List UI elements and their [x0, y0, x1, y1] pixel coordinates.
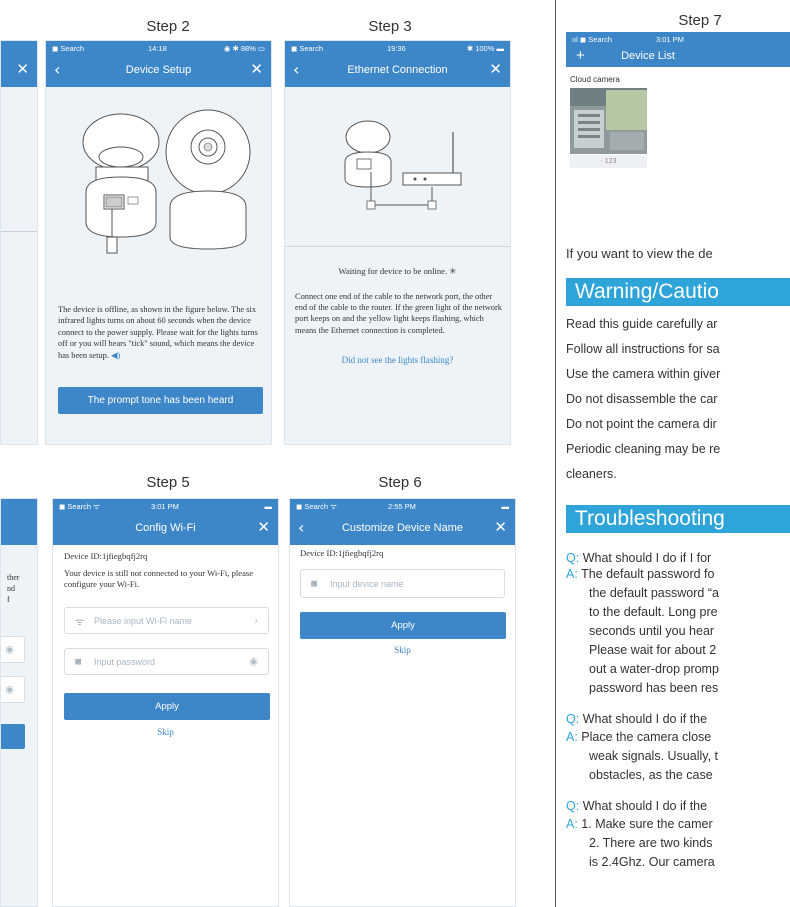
faq-answer-line: obstacles, as the case — [589, 768, 713, 782]
eye-icon: ◉ — [5, 644, 14, 655]
skip-link[interactable]: Skip — [290, 645, 515, 655]
nav-title: Ethernet Connection — [347, 64, 448, 76]
device-id: Device ID:1jfiegbqfj2rq — [300, 548, 384, 558]
faq-answer-line: Please wait for about 2 — [589, 643, 717, 657]
skip-link[interactable]: Skip — [53, 727, 278, 737]
faq-question: Q: What should I do if I for — [566, 551, 712, 565]
nav-title: Config Wi-Fi — [135, 522, 196, 534]
lights-not-flashing-link[interactable]: Did not see the lights flashing? — [285, 355, 510, 365]
speaker-icon: ◀) — [111, 350, 121, 360]
warning-item: Do not disassemble the car — [566, 392, 718, 406]
wifi-icon: ᯤ — [75, 616, 85, 628]
wifi-description: Your device is still not connected to yo… — [64, 568, 254, 589]
device-name-input[interactable]: ◙ Input device name — [300, 569, 505, 598]
chevron-right-icon: › — [254, 615, 258, 626]
step-5-label: Step 5 — [146, 474, 190, 491]
warning-item: Do not point the camera dir — [566, 417, 717, 431]
signal-status: ııl ◼ Search — [572, 35, 612, 44]
battery-status: ◉ ✱ 88% ▭ — [223, 44, 265, 53]
waiting-status: Waiting for device to be online. ✳ — [338, 266, 457, 276]
close-icon[interactable]: ✕ — [16, 60, 29, 78]
partial-input: ◉ — [1, 676, 25, 703]
faq-answer-line: is 2.4Ghz. Our camera — [589, 855, 715, 869]
nav-title: Customize Device Name — [341, 522, 464, 534]
eye-icon: ◉ — [5, 684, 14, 695]
faq-answer-line: password has been res — [589, 681, 719, 695]
customize-name-screen: ◼ Search ᯤ 2:55 PM ▬ ‹ Customize Device … — [289, 498, 516, 907]
close-icon[interactable]: ✕ — [489, 60, 502, 78]
nav-title: Device Setup — [125, 64, 192, 76]
device-id: Device ID:1jfiegbqfj2rq — [64, 551, 148, 561]
search-status: ◼ Search — [52, 44, 85, 53]
close-icon[interactable]: ✕ — [250, 60, 263, 78]
partial-phone-top: ✕ — [0, 40, 38, 445]
setup-description: The device is offline, as shown in the f… — [58, 305, 258, 360]
faq-answer: A: 1. Make sure the camer — [566, 817, 713, 831]
status-time: 14:18 — [148, 44, 167, 53]
warning-item: Periodic cleaning may be re — [566, 442, 721, 456]
status-time: 2:55 PM — [388, 502, 416, 511]
password-input[interactable]: ◙ Input password ◉ — [64, 648, 269, 675]
status-time: 3:01 PM — [656, 35, 684, 44]
faq-answer-line: 2. There are two kinds — [589, 836, 713, 850]
camera-illustration — [82, 109, 251, 254]
ethernet-description: Connect one end of the cable to the netw… — [295, 292, 502, 335]
partial-text: ther nd f — [7, 573, 20, 604]
faq-question: Q: What should I do if the — [566, 712, 708, 726]
status-time: 3:01 PM — [151, 502, 179, 511]
faq-answer-line: seconds until you hear — [589, 624, 715, 638]
search-status: ◼ Search ᯤ — [296, 502, 338, 511]
ethernet-illustration — [344, 120, 462, 210]
view-device-text: If you want to view the de — [566, 246, 713, 261]
battery-status: ✱ 100% ▬ — [466, 44, 504, 53]
troubleshooting-heading: Troubleshooting — [566, 505, 790, 533]
page-divider — [555, 0, 556, 907]
step-2-label: Step 2 — [146, 18, 190, 35]
thumbnail-label: · 123 — [570, 155, 647, 168]
close-icon[interactable]: ✕ — [257, 518, 270, 536]
battery-icon: ▬ — [501, 502, 510, 511]
step-6-label: Step 6 — [378, 474, 422, 491]
config-wifi-screen: ◼ Search ᯤ 3:01 PM ▬ Config Wi-Fi ✕ Devi… — [52, 498, 279, 907]
ethernet-connection-screen: ◼ Search 19:36 ✱ 100% ▬ ‹ Ethernet Conne… — [284, 40, 511, 445]
nav-title: Device List — [621, 50, 675, 62]
status-time: 19:36 — [387, 44, 406, 53]
warning-item: cleaners. — [566, 467, 617, 481]
step-3-label: Step 3 — [368, 18, 412, 35]
step-7-label: Step 7 — [678, 12, 722, 29]
close-icon[interactable]: ✕ — [494, 518, 507, 536]
wifi-name-input[interactable]: ᯤ Please input Wi-Fi name › — [64, 607, 269, 634]
faq-question: Q: What should I do if the — [566, 799, 708, 813]
warning-heading: Warning/Cautio — [566, 278, 790, 306]
device-list-screen: ııl ◼ Search 3:01 PM + Device List Cloud… — [566, 32, 790, 172]
apply-button[interactable]: Apply — [300, 612, 506, 639]
warning-item: Read this guide carefully ar — [566, 317, 718, 331]
camera-icon: ◙ — [311, 578, 318, 589]
search-status: ◼ Search ᯤ — [59, 502, 101, 511]
faq-answer-line: out a water-drop promp — [589, 662, 719, 676]
warning-item: Use the camera within giver — [566, 367, 721, 381]
warning-item: Follow all instructions for sa — [566, 342, 720, 356]
divider-line — [285, 246, 510, 247]
camera-thumbnail[interactable] — [570, 88, 647, 154]
battery-icon: ▬ — [264, 502, 273, 511]
camera-name: Cloud camera — [570, 75, 620, 84]
partial-phone-bottom: ther nd f ◉ ◉ — [0, 498, 38, 907]
camera-icon: ◙ — [75, 656, 82, 667]
faq-answer-line: weak signals. Usually, t — [589, 749, 718, 763]
eye-icon[interactable]: ◉ — [249, 656, 258, 667]
faq-answer: A: Place the camera close — [566, 730, 712, 744]
faq-answer: A: The default password fo — [566, 567, 715, 581]
partial-input: ◉ — [1, 636, 25, 663]
divider-line — [1, 231, 37, 232]
loading-icon: ✳ — [449, 266, 457, 276]
faq-answer-line: the default password “a — [589, 586, 719, 600]
search-status: ◼ Search — [291, 44, 324, 53]
partial-button — [1, 724, 25, 749]
faq-answer-line: to the default. Long pre — [589, 605, 718, 619]
apply-button[interactable]: Apply — [64, 693, 270, 720]
prompt-tone-heard-button[interactable]: The prompt tone has been heard — [58, 387, 263, 414]
device-setup-screen: ◼ Search 14:18 ◉ ✱ 88% ▭ ‹ Device Setup … — [45, 40, 272, 445]
